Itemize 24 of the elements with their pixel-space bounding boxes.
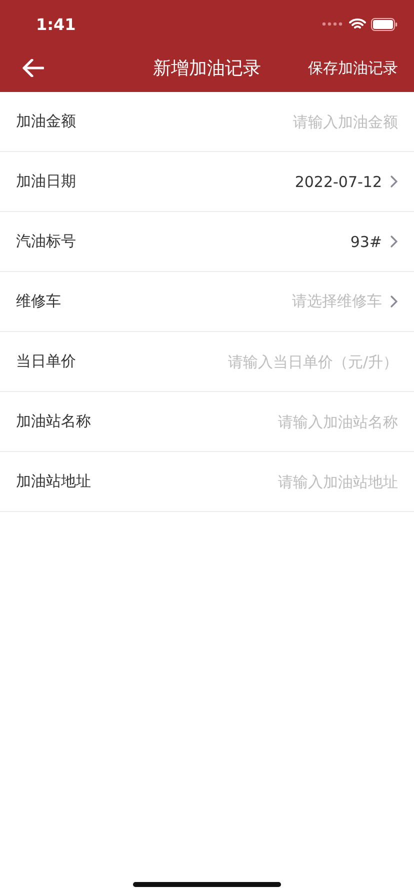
page-title: 新增加油记录 [153,57,261,80]
field-label: 加油站名称 [16,412,91,431]
picker-button[interactable]: 2022-07-12 [294,172,398,190]
picker-button[interactable]: 93# [350,232,398,250]
signal-icon [322,22,344,26]
back-button[interactable] [22,59,44,77]
input-field[interactable]: 请输入加油站地址 [107,472,398,490]
save-button[interactable]: 保存加油记录 [308,58,398,78]
field-label: 加油日期 [16,172,76,191]
back-arrow-icon [22,59,44,77]
field-label: 当日单价 [16,352,76,371]
status-time: 1:41 [36,14,76,34]
chevron-icon [390,235,398,248]
battery-icon [371,18,398,30]
field-label: 维修车 [16,292,61,311]
chevron-icon [390,295,398,308]
field-label: 加油站地址 [16,472,91,491]
field-label: 加油金额 [16,112,76,131]
chevron-icon [390,175,398,188]
input-field[interactable]: 请输入加油站名称 [107,412,398,430]
input-field[interactable]: 请输入当日单价（元/升） [92,352,398,370]
input-field[interactable]: 请输入加油金额 [92,112,398,130]
field-label: 汽油标号 [16,232,76,251]
wifi-icon [349,18,366,30]
